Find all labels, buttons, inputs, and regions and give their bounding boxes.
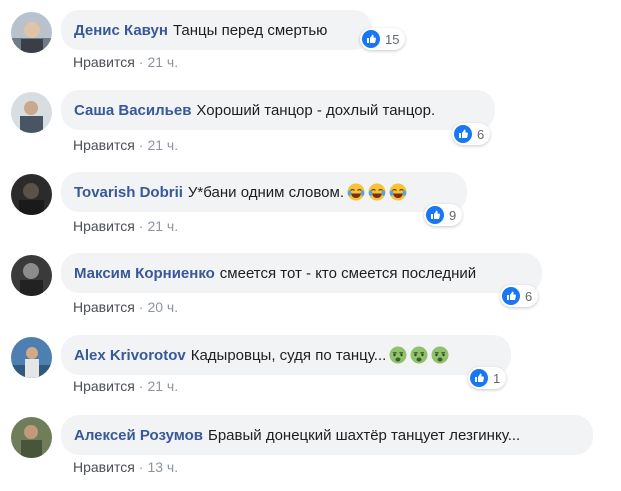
comment-text: смеется тот - кто смеется последний [219,264,477,282]
comment-time[interactable]: 20 ч. [147,299,178,315]
like-link[interactable]: Нравится [73,137,135,153]
comment: Tovarish Dobrii У*бани одним словом. 9 Н… [0,162,621,242]
reaction-count: 1 [493,370,501,386]
comment-bubble: Саша Васильев Хороший танцор - дохлый та… [61,90,495,130]
nauseated-face-icon [389,346,407,364]
reaction-count: 6 [525,288,533,304]
avatar[interactable] [11,255,52,296]
separator: · [138,459,144,475]
reaction-count-badge[interactable]: 6 [500,285,539,307]
like-icon [502,287,520,305]
reaction-count-badge[interactable]: 15 [360,28,406,50]
comment-bubble: Денис Кавун Танцы перед смертью [61,10,372,50]
comment: Алексей Розумов Бравый донецкий шахтёр т… [0,405,621,485]
like-link[interactable]: Нравится [73,378,135,394]
comment-meta: Нравится · 21 ч. [73,378,178,394]
nauseated-face-icon [410,346,428,364]
avatar[interactable] [11,337,52,378]
comment-author[interactable]: Максим Корниенко [74,265,215,282]
comment-text: У*бани одним словом. [187,183,344,201]
comment: Максим Корниенко смеется тот - кто смеет… [0,243,621,323]
reaction-count: 15 [385,31,400,47]
comment-time[interactable]: 21 ч. [147,54,178,70]
comment-meta: Нравится · 21 ч. [73,218,178,234]
comment-meta: Нравится · 21 ч. [73,54,178,70]
comment-text: Танцы перед смертью [172,21,328,39]
separator: · [138,299,144,315]
like-icon [454,125,472,143]
reaction-count-badge[interactable]: 1 [468,367,507,389]
separator: · [138,137,144,153]
separator: · [138,378,144,394]
comment: Саша Васильев Хороший танцор - дохлый та… [0,80,621,160]
avatar[interactable] [11,174,52,215]
comment-author[interactable]: Денис Кавун [74,22,168,39]
comment-bubble: Alex Krivorotov Кадыровцы, судя по танцу… [61,335,511,375]
like-link[interactable]: Нравится [73,218,135,234]
comment: Alex Krivorotov Кадыровцы, судя по танцу… [0,325,621,405]
comment-author[interactable]: Саша Васильев [74,102,191,119]
comment-bubble: Tovarish Dobrii У*бани одним словом. [61,172,467,212]
comment-text: Бравый донецкий шахтёр танцует лезгинку.… [208,426,521,444]
face-with-tears-of-joy-icon [347,183,365,201]
separator: · [138,218,144,234]
like-icon [470,369,488,387]
avatar[interactable] [11,12,52,53]
separator: · [138,54,144,70]
comment-author[interactable]: Tovarish Dobrii [74,184,183,201]
face-with-tears-of-joy-icon [368,183,386,201]
comment-meta: Нравится · 21 ч. [73,137,178,153]
nauseated-face-icon [431,346,449,364]
like-link[interactable]: Нравится [73,459,135,475]
comment-author[interactable]: Алексей Розумов [74,427,203,444]
comment: Денис Кавун Танцы перед смертью 15 Нрави… [0,0,621,80]
comment-meta: Нравится · 20 ч. [73,299,178,315]
comment-bubble: Алексей Розумов Бравый донецкий шахтёр т… [61,415,593,455]
comment-time[interactable]: 21 ч. [147,218,178,234]
face-with-tears-of-joy-icon [389,183,407,201]
reaction-count-badge[interactable]: 9 [424,204,463,226]
comment-bubble: Максим Корниенко смеется тот - кто смеет… [61,253,542,293]
comment-text: Кадыровцы, судя по танцу... [190,346,387,364]
comment-meta: Нравится · 13 ч. [73,459,178,475]
comment-author[interactable]: Alex Krivorotov [74,347,186,364]
comment-text: Хороший танцор - дохлый танцор. [196,101,436,119]
reaction-count-badge[interactable]: 6 [452,123,491,145]
avatar[interactable] [11,417,52,458]
avatar[interactable] [11,92,52,133]
comment-time[interactable]: 21 ч. [147,378,178,394]
comment-time[interactable]: 13 ч. [147,459,178,475]
like-link[interactable]: Нравится [73,54,135,70]
like-icon [426,206,444,224]
like-link[interactable]: Нравится [73,299,135,315]
like-icon [362,30,380,48]
reaction-count: 6 [477,126,485,142]
reaction-count: 9 [449,207,457,223]
comment-time[interactable]: 21 ч. [147,137,178,153]
